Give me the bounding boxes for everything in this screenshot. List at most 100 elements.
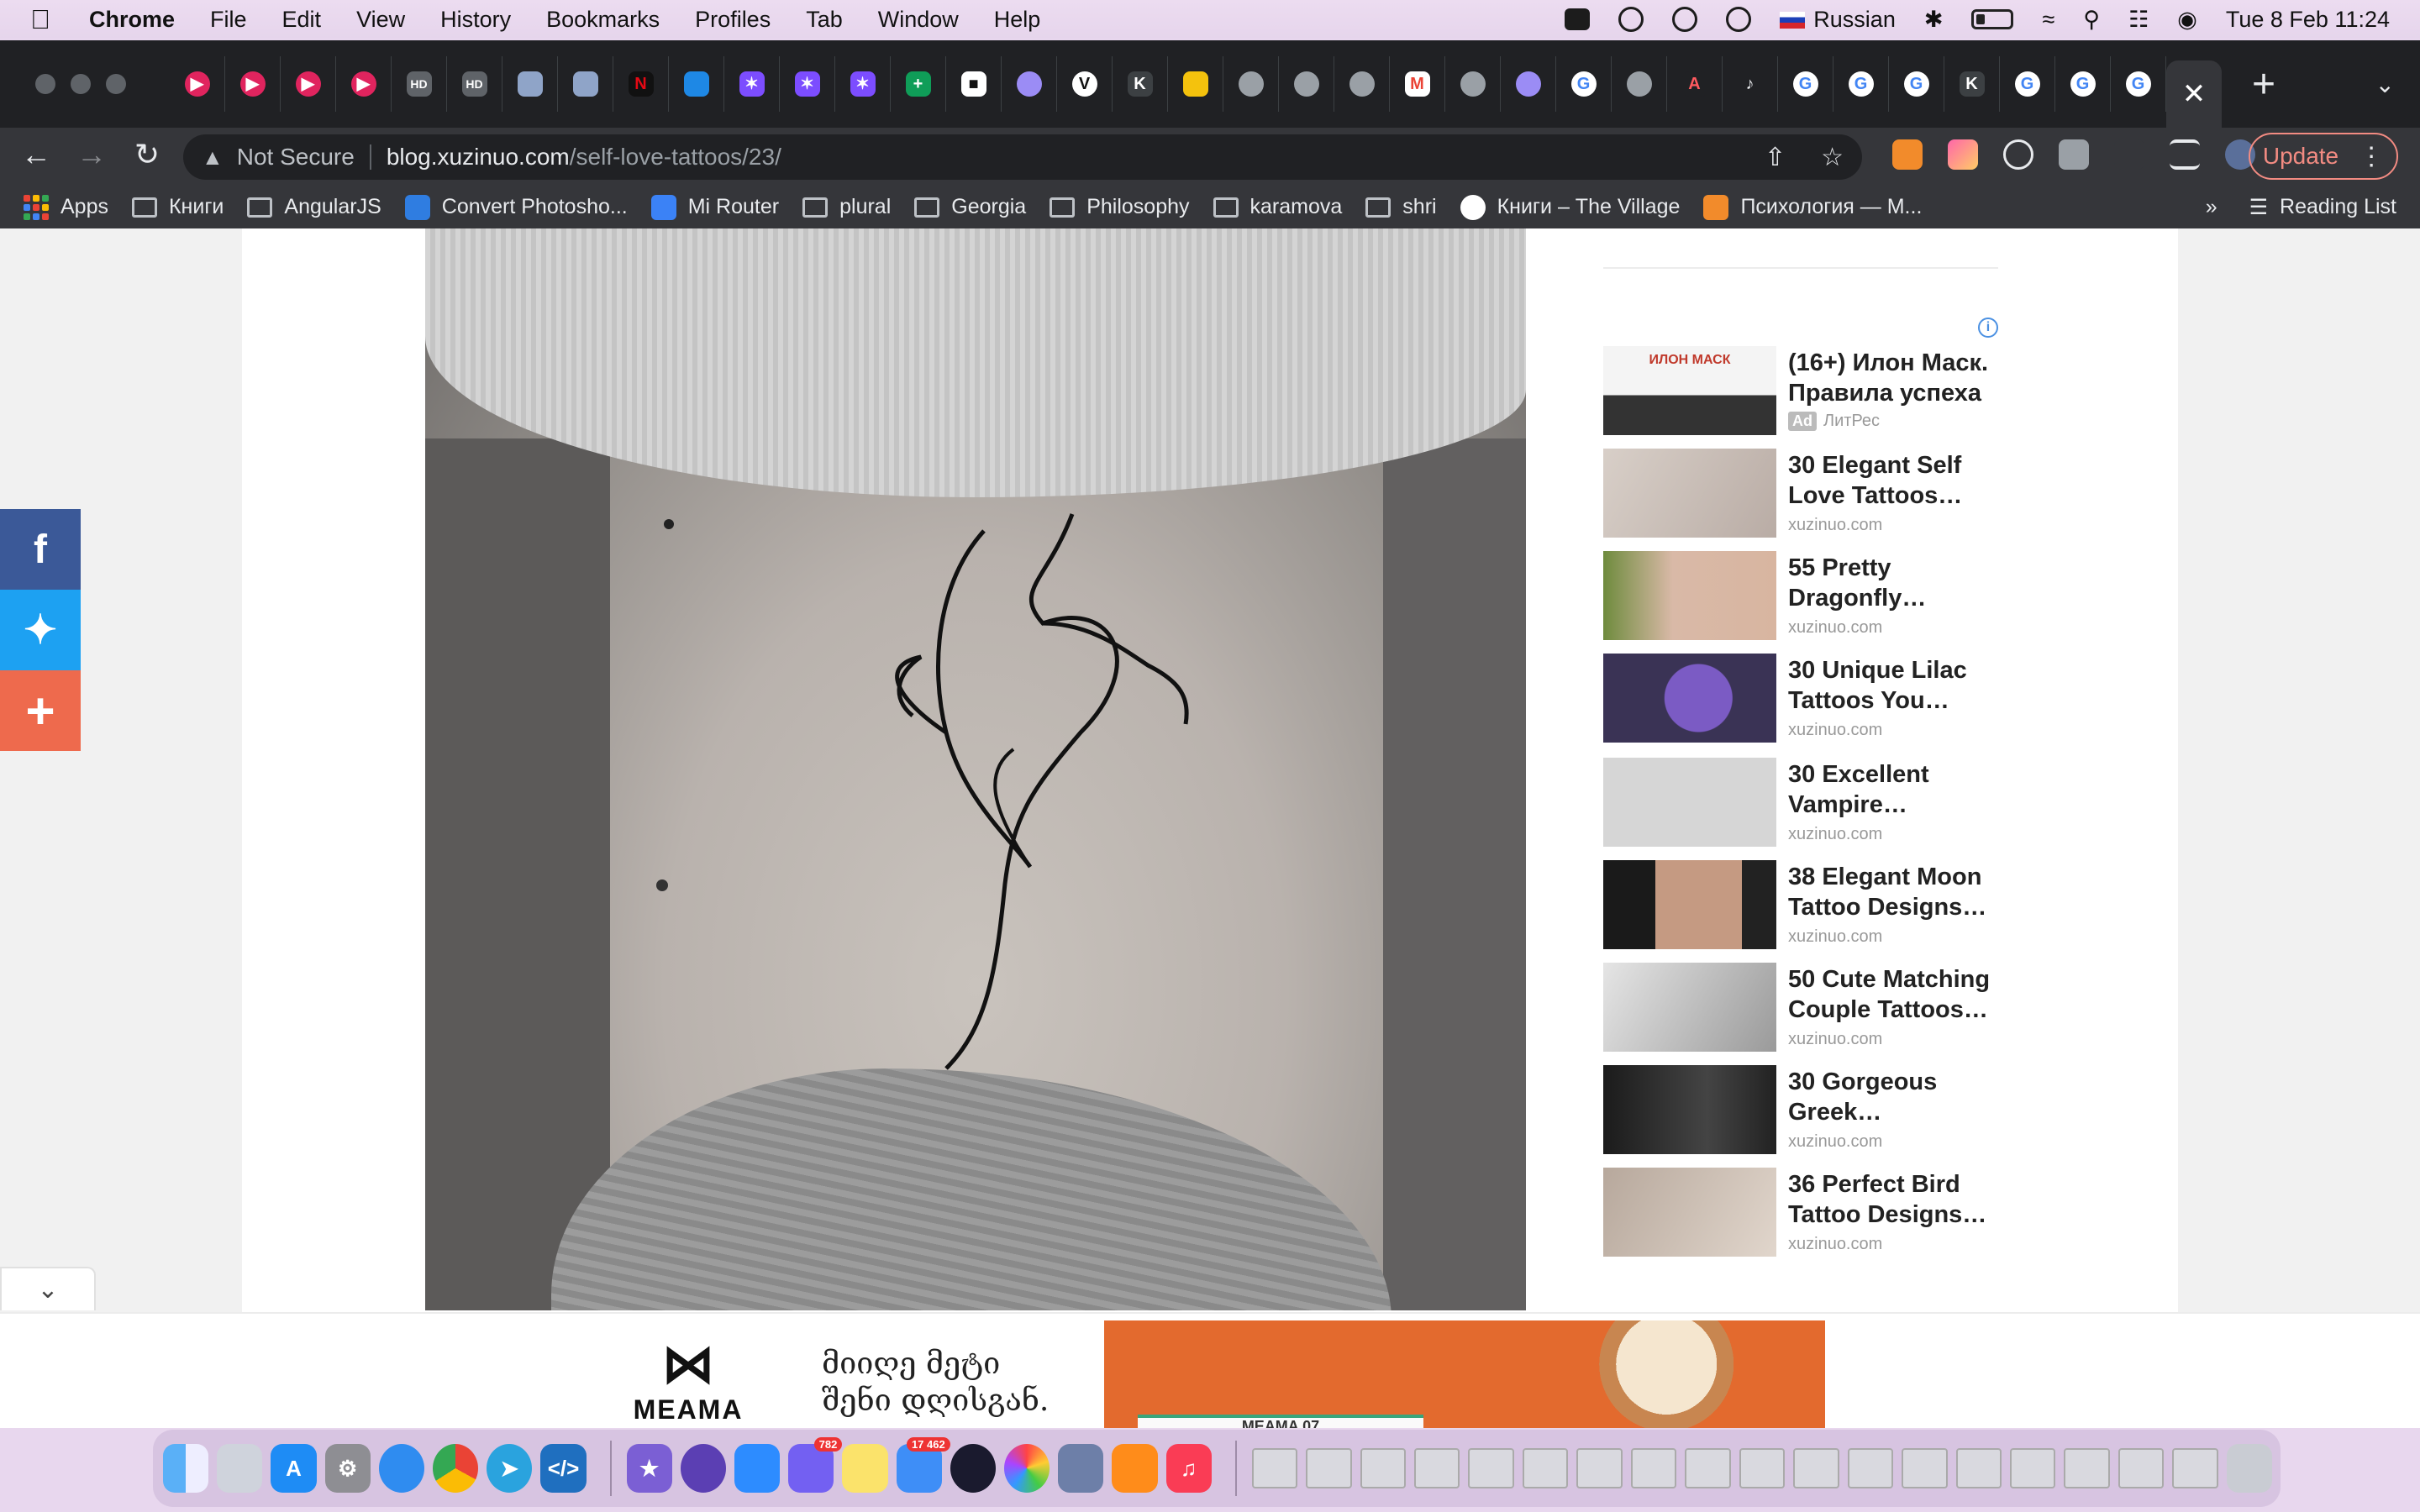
music-icon[interactable]: ♫ [1165, 1444, 1212, 1493]
reading-mode-icon[interactable] [2170, 139, 2200, 170]
tab[interactable]: ▶ [336, 56, 392, 112]
tab[interactable]: G [1889, 56, 1944, 112]
minimized-window[interactable] [1576, 1448, 1623, 1488]
update-button[interactable]: Update ⋮ [2249, 133, 2398, 180]
play-status-icon[interactable] [1726, 7, 1752, 32]
tab[interactable]: ▶ [170, 56, 225, 112]
bookmark-link[interactable]: Convert Photosho... [404, 194, 628, 220]
bookmark-folder[interactable]: Georgia [914, 195, 1026, 219]
minimized-window[interactable] [1630, 1448, 1677, 1488]
zoom-icon[interactable] [734, 1444, 781, 1493]
bookmark-apps[interactable]: Apps [24, 194, 108, 220]
mail-icon[interactable]: 17 462 [896, 1437, 950, 1493]
minimized-window[interactable] [1793, 1448, 1839, 1488]
more-share-button[interactable]: + [0, 670, 81, 751]
tab[interactable]: ■ [946, 56, 1002, 112]
puzzle-extensions-icon[interactable] [2114, 139, 2144, 170]
tab[interactable]: ✶ [724, 56, 780, 112]
battery-icon[interactable] [1971, 9, 2014, 29]
menu-window[interactable]: Window [878, 7, 959, 33]
minimized-window[interactable] [2064, 1448, 2110, 1488]
wifi-icon[interactable]: ≈ [2042, 7, 2054, 33]
minimized-window[interactable] [2118, 1448, 2165, 1488]
minimized-window[interactable] [1413, 1448, 1460, 1488]
viber-icon[interactable]: 782 [788, 1437, 843, 1493]
siri-icon[interactable]: ◉ [2177, 7, 2197, 33]
tab[interactable]: G [1778, 56, 1833, 112]
facebook-share-button[interactable]: f [0, 509, 81, 590]
tab[interactable]: M [1390, 56, 1445, 112]
bookmark-folder[interactable]: plural [802, 195, 891, 219]
messenger-status-icon[interactable] [1672, 7, 1698, 32]
recommendation-item[interactable]: 38 Elegant Moon Tattoo Designs… xuzinuo.c… [1603, 860, 1998, 953]
tab[interactable]: HD [447, 56, 502, 112]
meama-banner[interactable]: ⋈ MEAMA მიიღე მეტი შენი დღისგან. MEAMA 0… [600, 1320, 1825, 1428]
bookmark-folder[interactable]: shri [1365, 195, 1437, 219]
zoom-status-icon[interactable] [1565, 8, 1591, 30]
recommendation-item[interactable]: 30 Gorgeous Greek… xuzinuo.com [1603, 1065, 1998, 1158]
control-center-icon[interactable]: ☷ [2128, 7, 2149, 33]
tab[interactable] [1612, 56, 1667, 112]
bookmark-link[interactable]: Mi Router [650, 194, 779, 220]
tab[interactable]: ▶ [281, 56, 336, 112]
bookmark-folder[interactable]: Philosophy [1050, 195, 1190, 219]
browser-app-icon[interactable] [950, 1444, 996, 1493]
recommendation-item[interactable]: 36 Perfect Bird Tattoo Designs… xuzinuo.c… [1603, 1168, 1998, 1260]
minimized-window[interactable] [1955, 1448, 2002, 1488]
minimized-window[interactable] [2172, 1448, 2218, 1488]
input-source[interactable]: Russian [1780, 7, 1896, 33]
apple-menu-icon[interactable]:  [30, 4, 64, 35]
menu-file[interactable]: File [210, 7, 247, 33]
minimize-window-button[interactable] [71, 74, 91, 94]
menu-view[interactable]: View [356, 7, 405, 33]
tab[interactable] [1334, 56, 1390, 112]
chrome-icon[interactable] [433, 1444, 479, 1493]
recommendation-item[interactable]: 30 Excellent Vampire… xuzinuo.com [1603, 758, 1998, 850]
bluetooth-icon[interactable]: ✱ [1924, 7, 1944, 33]
tab[interactable]: A [1667, 56, 1723, 112]
menu-profiles[interactable]: Profiles [695, 7, 771, 33]
tab[interactable] [502, 56, 558, 112]
recommendation-item[interactable]: 30 Elegant Self Love Tattoos… xuzinuo.com [1603, 449, 1998, 541]
close-window-button[interactable] [35, 74, 55, 94]
active-tab-close-icon[interactable]: ✕ [2166, 60, 2222, 128]
bookmark-link[interactable]: Психология — M... [1703, 194, 1922, 220]
tab[interactable] [1002, 56, 1057, 112]
page-viewport[interactable]: i ИЛОН МАСК (16+) Илон Маск. Правила усп… [0, 228, 2420, 1428]
tab[interactable] [1445, 56, 1501, 112]
ad-info-icon[interactable]: i [1978, 318, 1998, 338]
tab[interactable]: K [1944, 56, 2000, 112]
security-label[interactable]: Not Secure [237, 144, 355, 171]
pasta-status-icon[interactable] [1618, 7, 1644, 32]
menu-tab[interactable]: Tab [806, 7, 843, 33]
tab[interactable] [558, 56, 613, 112]
sponsored-item[interactable]: ИЛОН МАСК (16+) Илон Маск. Правила успех… [1603, 346, 1998, 438]
tab[interactable]: N [613, 56, 669, 112]
zoom-window-button[interactable] [106, 74, 126, 94]
menubar-clock[interactable]: Tue 8 Feb 11:24 [2226, 7, 2390, 33]
more-menu-icon[interactable]: ⋮ [2359, 142, 2384, 171]
minimized-window[interactable] [1468, 1448, 1514, 1488]
recommendation-item[interactable]: 30 Unique Lilac Tattoos You… xuzinuo.com [1603, 654, 1998, 746]
tab[interactable]: ✶ [780, 56, 835, 112]
tab[interactable]: + [891, 56, 946, 112]
react-devtools-icon[interactable] [2003, 139, 2033, 170]
tab[interactable] [1501, 56, 1556, 112]
recommendation-item[interactable]: 50 Cute Matching Couple Tattoos… xuzinuo.… [1603, 963, 1998, 1055]
tab[interactable] [1168, 56, 1223, 112]
spotlight-search-icon[interactable]: ⚲ [2083, 7, 2100, 33]
bookmark-folder[interactable]: Книги [131, 195, 224, 219]
minimized-window[interactable] [1685, 1448, 1731, 1488]
bookmarks-overflow-button[interactable]: » [2206, 195, 2217, 219]
star-app-icon[interactable]: ★ [626, 1444, 672, 1493]
new-tab-button[interactable]: + [2252, 61, 2275, 108]
tab[interactable]: G [2000, 56, 2055, 112]
forward-button[interactable]: → [64, 137, 119, 172]
minimized-window[interactable] [1360, 1448, 1406, 1488]
minimized-window[interactable] [2009, 1448, 2056, 1488]
tab[interactable]: V [1057, 56, 1113, 112]
vscode-icon[interactable]: </> [540, 1444, 587, 1493]
system-preferences-icon[interactable]: ⚙ [324, 1444, 371, 1493]
photos-icon[interactable] [1003, 1444, 1050, 1493]
minimized-window[interactable] [1739, 1448, 1786, 1488]
